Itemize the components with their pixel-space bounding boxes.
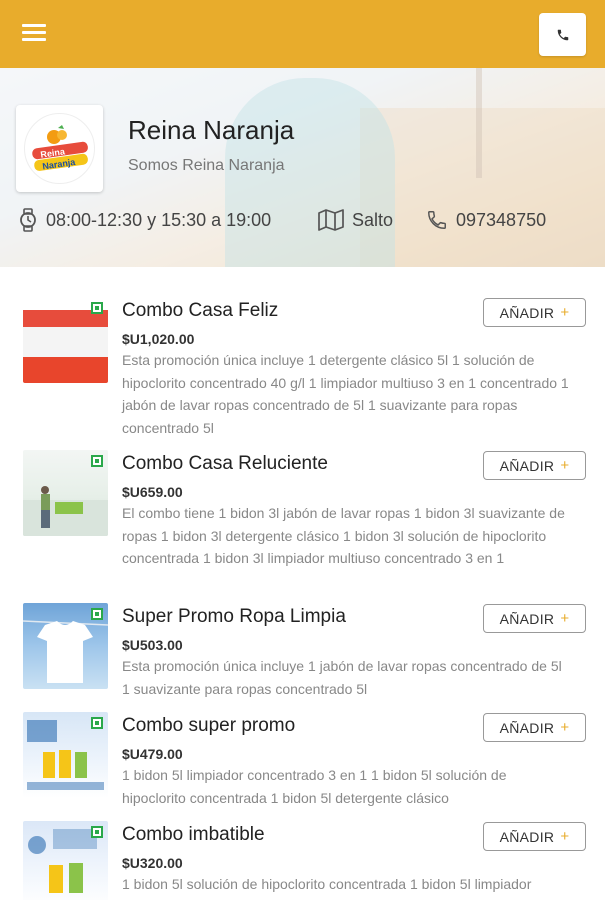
plus-icon: + xyxy=(560,828,570,845)
phone-icon xyxy=(557,29,568,40)
add-button[interactable]: AÑADIR + xyxy=(483,822,586,851)
add-button-label: AÑADIR xyxy=(499,610,555,627)
store-hours-text: 08:00-12:30 y 15:30 a 19:00 xyxy=(46,209,272,230)
plus-icon: + xyxy=(560,457,570,474)
product-image[interactable] xyxy=(23,450,108,536)
product-description: El combo tiene 1 bidon 3l jabón de lavar… xyxy=(122,505,565,566)
product-item[interactable]: Combo imbatible $U320.00 1 bidon 5l solu… xyxy=(0,809,605,900)
add-button[interactable]: AÑADIR + xyxy=(483,713,586,742)
add-button-label: AÑADIR xyxy=(499,457,555,474)
product-image[interactable] xyxy=(23,821,108,900)
add-button-label: AÑADIR xyxy=(499,719,555,736)
phone-icon xyxy=(428,211,446,229)
product-title[interactable]: Combo imbatible xyxy=(122,824,265,846)
product-image[interactable] xyxy=(23,297,108,383)
add-button-label: AÑADIR xyxy=(499,828,555,845)
product-image[interactable] xyxy=(23,712,108,798)
add-button[interactable]: AÑADIR + xyxy=(483,451,586,480)
map-icon xyxy=(318,209,344,231)
call-button[interactable] xyxy=(539,13,586,56)
plus-icon: + xyxy=(560,304,570,321)
product-title[interactable]: Super Promo Ropa Limpia xyxy=(122,606,346,628)
store-phone-text: 097348750 xyxy=(456,209,547,230)
store-hours: 08:00-12:30 y 15:30 a 19:00 xyxy=(18,205,271,235)
store-name: Reina Naranja xyxy=(128,115,295,145)
watch-icon xyxy=(20,208,36,232)
store-phone[interactable]: 097348750 xyxy=(426,205,546,235)
product-price: $U659.00 xyxy=(122,484,183,500)
product-price: $U503.00 xyxy=(122,637,183,653)
product-item[interactable]: Combo Casa Feliz $U1,020.00 Esta promoci… xyxy=(0,285,605,436)
hamburger-menu-icon[interactable] xyxy=(22,22,46,44)
veg-mark-icon xyxy=(91,826,103,838)
orange-logo-icon: Reina Naranja xyxy=(31,124,88,171)
product-price: $U320.00 xyxy=(122,855,183,871)
top-app-bar xyxy=(0,0,605,68)
product-title[interactable]: Combo Casa Feliz xyxy=(122,300,278,322)
product-price: $U1,020.00 xyxy=(122,331,195,347)
product-item[interactable]: Combo super promo $U479.00 1 bidon 5l li… xyxy=(0,700,605,810)
product-image[interactable] xyxy=(23,603,108,689)
product-price: $U479.00 xyxy=(122,746,183,762)
product-description: Esta promoción única incluye 1 jabón de … xyxy=(122,658,562,697)
veg-mark-icon xyxy=(91,717,103,729)
product-title[interactable]: Combo Casa Reluciente xyxy=(122,453,328,475)
product-item[interactable]: Super Promo Ropa Limpia $U503.00 Esta pr… xyxy=(0,591,605,701)
store-logo: Reina Naranja xyxy=(16,105,103,192)
product-description: 1 bidon 5l solución de hipoclorito conce… xyxy=(122,876,532,892)
product-description: 1 bidon 5l limpiador concentrado 3 en 1 … xyxy=(122,767,507,806)
add-button-label: AÑADIR xyxy=(499,304,555,321)
store-city-text: Salto xyxy=(352,209,394,230)
product-item[interactable]: Combo Casa Reluciente $U659.00 El combo … xyxy=(0,438,605,566)
veg-mark-icon xyxy=(91,455,103,467)
store-logo-image: Reina Naranja xyxy=(24,113,95,184)
add-button[interactable]: AÑADIR + xyxy=(483,298,586,327)
store-location[interactable]: Salto xyxy=(318,205,393,235)
veg-mark-icon xyxy=(91,608,103,620)
plus-icon: + xyxy=(560,610,570,627)
store-tagline: Somos Reina Naranja xyxy=(128,157,285,174)
product-description: Esta promoción única incluye 1 detergent… xyxy=(122,352,569,436)
veg-mark-icon xyxy=(91,302,103,314)
plus-icon: + xyxy=(560,719,570,736)
add-button[interactable]: AÑADIR + xyxy=(483,604,586,633)
product-title[interactable]: Combo super promo xyxy=(122,715,295,737)
